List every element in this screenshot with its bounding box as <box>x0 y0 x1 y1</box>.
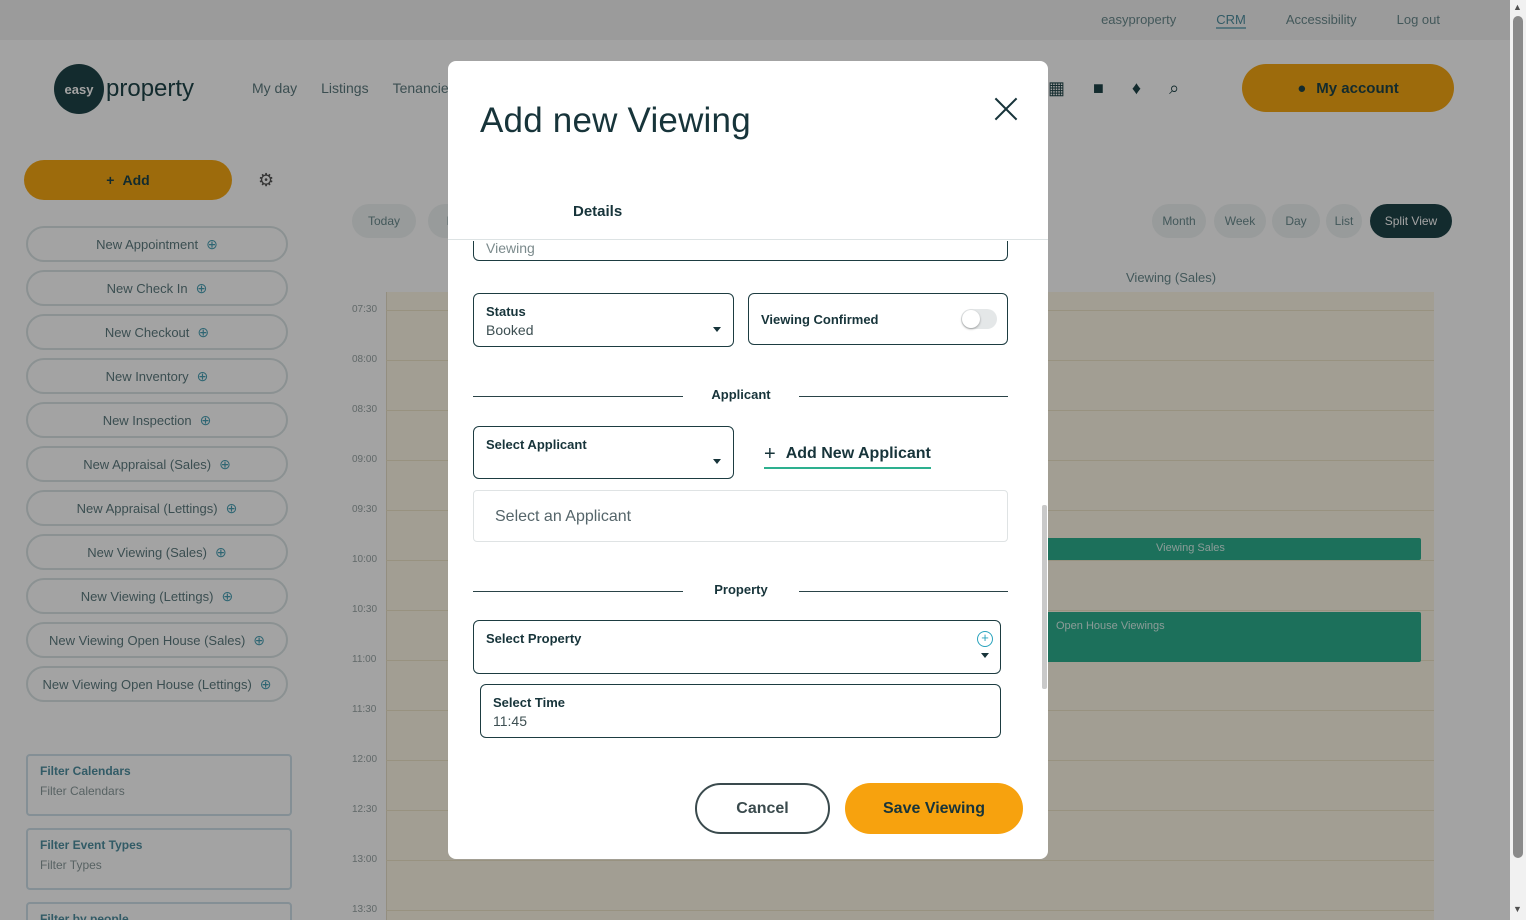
chevron-down-icon <box>713 459 721 464</box>
form-scrollbar-thumb[interactable] <box>1042 505 1047 689</box>
add-new-applicant-button[interactable]: + Add New Applicant <box>764 441 931 469</box>
divider-line <box>799 591 1008 592</box>
select-time-label: Select Time <box>493 695 566 710</box>
chevron-down-icon <box>713 327 721 332</box>
status-label: Status <box>486 304 526 319</box>
select-time-value: 11:45 <box>493 713 527 729</box>
divider-line <box>473 396 683 397</box>
add-new-applicant-label: Add New Applicant <box>785 445 931 462</box>
viewing-type-value: Viewing <box>486 241 535 256</box>
plus-icon: + <box>764 443 776 465</box>
select-applicant-dropdown[interactable]: Select Applicant <box>473 426 734 479</box>
add-viewing-modal: Add new Viewing Details Viewing Status B… <box>448 61 1048 859</box>
divider-line <box>473 591 683 592</box>
toggle-knob <box>962 310 980 328</box>
select-applicant-label: Select Applicant <box>486 437 587 452</box>
scroll-down-icon[interactable]: ▼ <box>1513 904 1522 914</box>
select-property-dropdown[interactable]: Select Property + <box>473 620 1001 674</box>
modal-title: Add new Viewing <box>480 101 751 140</box>
scroll-up-icon[interactable]: ▲ <box>1513 2 1522 12</box>
tab-details[interactable]: Details <box>573 203 622 220</box>
property-section-title: Property <box>714 582 768 597</box>
viewing-confirmed-field: Viewing Confirmed <box>748 293 1008 345</box>
chevron-down-icon <box>981 653 989 658</box>
select-time-field[interactable]: Select Time 11:45 <box>480 684 1001 738</box>
add-property-icon[interactable]: + <box>977 631 993 647</box>
cancel-button[interactable]: Cancel <box>695 783 830 834</box>
viewing-confirmed-label: Viewing Confirmed <box>761 312 879 327</box>
scrollbar-thumb[interactable] <box>1513 16 1523 858</box>
status-select[interactable]: Status Booked <box>473 293 734 347</box>
property-divider: Property <box>473 582 1008 600</box>
close-icon[interactable] <box>988 91 1024 127</box>
applicant-search-input[interactable]: Select an Applicant <box>473 490 1008 542</box>
applicant-section-title: Applicant <box>711 387 771 402</box>
status-value: Booked <box>486 322 534 338</box>
divider-line <box>799 396 1008 397</box>
viewing-type-field[interactable]: Viewing <box>473 241 1008 261</box>
applicant-placeholder: Select an Applicant <box>495 508 632 525</box>
page-scrollbar[interactable]: ▲ ▼ <box>1510 0 1526 920</box>
applicant-divider: Applicant <box>473 387 1008 405</box>
tab-bar: Details <box>448 191 1048 240</box>
select-property-label: Select Property <box>486 631 582 646</box>
viewing-confirmed-toggle[interactable] <box>961 309 997 329</box>
form-scroll-area[interactable]: Viewing Status Booked Viewing Confirmed … <box>448 241 1048 763</box>
save-viewing-button[interactable]: Save Viewing <box>845 783 1023 834</box>
